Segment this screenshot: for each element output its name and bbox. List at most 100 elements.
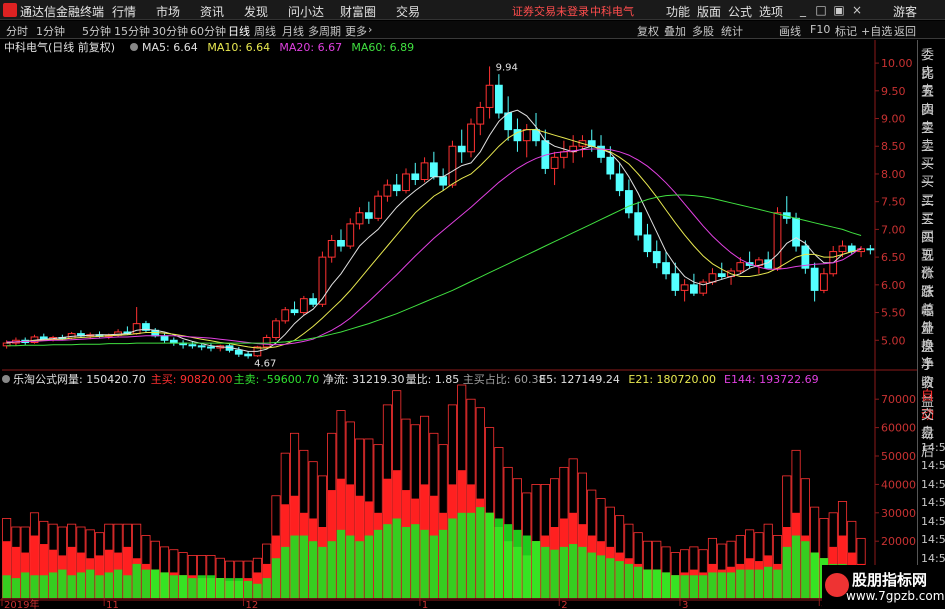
menu-wenxiaoda[interactable]: 问小达: [288, 3, 324, 20]
candle-down: [606, 156, 615, 175]
price-tick-label: 6.00: [881, 279, 906, 292]
volume-sell-bar: [123, 575, 132, 598]
kline-chart-svg[interactable]: 5.00 5.50 6.00 6.50 7.00 7.50 8.00 8.50 9.00 9.50…: [0, 40, 945, 609]
volume-label-2: 主卖: -59600.70: [234, 373, 320, 386]
login-notice[interactable]: 证券交易未登录: [512, 3, 589, 19]
btn-add-favorite[interactable]: +自选: [861, 23, 892, 39]
menu-banmian[interactable]: 版面: [697, 3, 721, 20]
volume-sell-bar: [290, 535, 299, 598]
tab-5min[interactable]: 5分钟: [82, 23, 111, 39]
trade-list-item: 14:56: [921, 514, 945, 528]
candle-down: [457, 145, 466, 153]
maximize-icon[interactable]: □: [813, 2, 829, 18]
volume-sell-bar: [689, 575, 699, 598]
volume-sell-bar: [216, 578, 225, 598]
minimize-icon[interactable]: _: [795, 2, 811, 18]
volume-sell-bar: [364, 535, 373, 598]
tab-30min[interactable]: 30分钟: [152, 23, 188, 39]
volume-sell-bar: [550, 549, 559, 598]
candle-down: [671, 273, 680, 291]
volume-sell-bar: [448, 518, 457, 598]
btn-huaxian[interactable]: 画线: [779, 23, 801, 39]
btn-diejia[interactable]: 叠加: [664, 23, 686, 39]
tab-weekly[interactable]: 周线: [254, 23, 276, 39]
volume-sell-bar: [504, 524, 513, 598]
tab-fenshi[interactable]: 分时: [6, 23, 28, 39]
volume-sell-bar: [541, 546, 550, 598]
ma-label-3: MA60: 6.89: [351, 41, 414, 54]
menu-shichang[interactable]: 市场: [156, 3, 180, 20]
volume-sell-bar: [355, 541, 364, 598]
price-tick-label: 7.00: [881, 223, 906, 236]
btn-biaoji[interactable]: 标记: [835, 23, 857, 39]
tab-monthly[interactable]: 月线: [282, 23, 304, 39]
price-tick-label: 8.00: [881, 168, 906, 181]
volume-sell-bar: [569, 544, 578, 598]
volume-tick-label: 40000: [881, 478, 916, 491]
candle-down: [337, 239, 345, 247]
menu-gongshi[interactable]: 公式: [728, 3, 752, 20]
close-icon[interactable]: ×: [849, 2, 865, 18]
stock-name-header: 中科电气: [590, 5, 634, 18]
x-tick-label: 11: [106, 600, 119, 609]
volume-sell-bar: [2, 575, 11, 598]
menu-gongneng[interactable]: 功能: [666, 3, 690, 20]
candle-down: [392, 184, 401, 192]
volume-sell-bar: [67, 575, 76, 598]
candle-up: [132, 323, 141, 335]
more-chevron-icon[interactable]: ›: [368, 23, 372, 36]
trade-list-item: 14:56: [921, 551, 945, 565]
candle-down: [643, 234, 652, 253]
btn-back[interactable]: 返回: [894, 23, 916, 39]
tab-daily[interactable]: 日线: [228, 23, 250, 39]
volume-tick-label: 60000: [881, 422, 916, 435]
chart-area[interactable]: 5.00 5.50 6.00 6.50 7.00 7.50 8.00 8.50 9.00 9.50…: [0, 40, 945, 609]
candle-up: [773, 212, 782, 269]
volume-sell-bar: [76, 572, 86, 598]
candle-down: [160, 335, 169, 341]
menu-hangqing[interactable]: 行情: [112, 3, 136, 20]
candle-up: [736, 262, 745, 272]
menu-zixun[interactable]: 资讯: [200, 3, 224, 20]
volume-sell-bar: [634, 566, 643, 598]
menu-xuanxiang[interactable]: 选项: [759, 3, 783, 20]
volume-label-7: E21: 180720.00: [628, 373, 716, 386]
volume-sell-bar: [48, 572, 58, 598]
price-tick-label: 7.50: [881, 196, 906, 209]
tab-more[interactable]: 更多: [345, 23, 367, 39]
volume-label-5: 主买占比: 60.38: [463, 372, 546, 386]
volume-sell-bar: [411, 524, 420, 598]
candle-down: [234, 349, 243, 355]
tab-15min[interactable]: 15分钟: [114, 23, 150, 39]
menu-jiaoyi[interactable]: 交易: [396, 3, 420, 20]
btn-duogu[interactable]: 多股: [692, 23, 714, 39]
btn-f10[interactable]: F10: [810, 23, 830, 36]
menu-caifuquan[interactable]: 财富圈: [340, 3, 376, 20]
btn-tongji[interactable]: 统计: [721, 23, 743, 39]
guest-user[interactable]: 游客: [893, 3, 917, 20]
candle-down: [615, 173, 624, 192]
volume-sell-bar: [346, 535, 355, 598]
menu-faxian[interactable]: 发现: [244, 3, 268, 20]
menu-bar: 通达信金融终端 行情 市场 资讯 发现 问小达 财富圈 交易 证券交易未登录 中…: [0, 0, 945, 20]
ma-label-0: MA5: 6.64: [142, 41, 198, 54]
volume-sell-bar: [596, 555, 606, 598]
tab-60min[interactable]: 60分钟: [190, 23, 226, 39]
volume-label-4: 量比: 1.85: [406, 373, 460, 386]
tab-1min[interactable]: 1分钟: [36, 23, 65, 39]
quote-side-panel: 委比 卖五 卖四 卖三 卖二 卖一 买一 买二 买三 买四 买五 现价 涨跌 涨幅 总量 外盘 换手 净资 收益 自动…: [917, 40, 945, 609]
volume-sell-bar: [485, 512, 494, 598]
x-tick-label: 2: [561, 600, 567, 609]
volume-label-6: E5: 127149.24: [539, 373, 620, 386]
tab-multi-period[interactable]: 多周期: [308, 23, 341, 39]
volume-sell-bar: [680, 575, 689, 598]
btn-fuquan[interactable]: 复权: [637, 23, 659, 39]
volume-sell-bar: [373, 529, 383, 598]
restore-icon[interactable]: ▣: [831, 2, 847, 18]
volume-sell-bar: [764, 566, 773, 598]
volume-tick-label: 70000: [881, 393, 916, 406]
candle-down: [717, 273, 726, 278]
volume-sell-bar: [225, 578, 234, 598]
volume-sell-bar: [11, 578, 21, 598]
volume-sell-bar: [327, 541, 336, 598]
